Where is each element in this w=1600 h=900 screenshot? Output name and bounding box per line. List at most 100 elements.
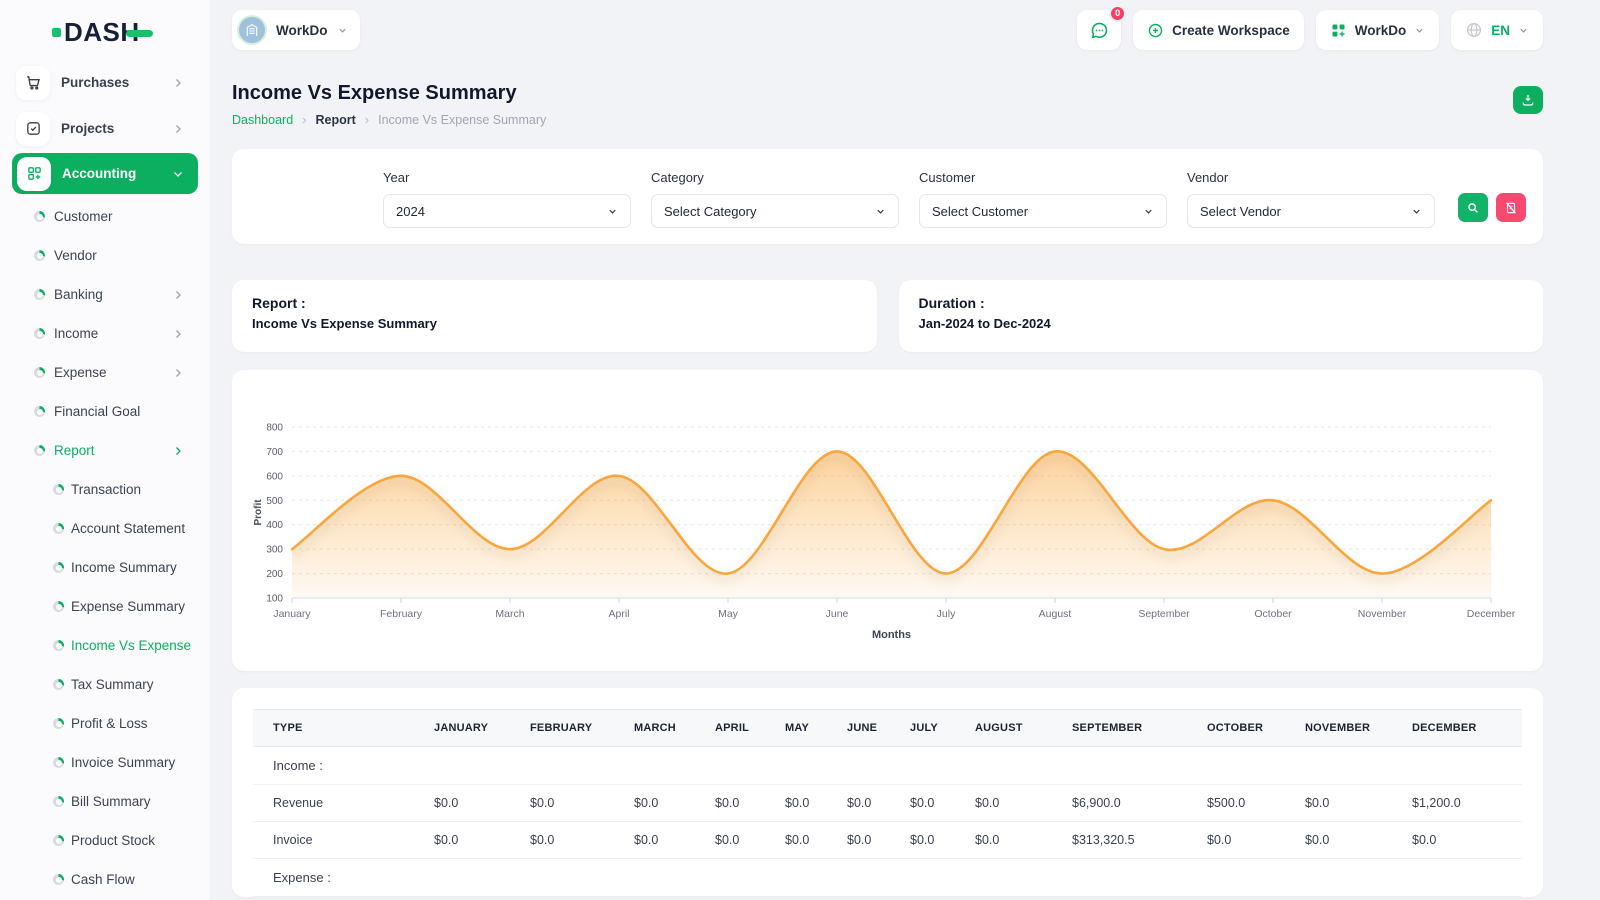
sidebar-item-label: Customer: [54, 209, 113, 224]
chevron-down-icon: [1414, 25, 1425, 36]
language-selector[interactable]: EN: [1451, 10, 1543, 50]
app-logo[interactable]: DASH: [52, 17, 153, 48]
bullet-icon: [53, 796, 64, 807]
sidebar-item-report[interactable]: Report: [0, 431, 210, 470]
amount-cell: $0.0: [510, 822, 614, 859]
create-workspace-button[interactable]: Create Workspace: [1133, 10, 1304, 50]
amount-cell: $0.0: [614, 822, 695, 859]
notification-badge: 0: [1109, 5, 1126, 22]
amount-cell: $1,200.0: [1392, 785, 1522, 822]
svg-text:January: January: [273, 608, 311, 620]
select-customer[interactable]: Select Customer: [919, 194, 1167, 228]
sidebar-item-label: Expense Summary: [71, 599, 185, 614]
svg-text:500: 500: [266, 496, 283, 507]
svg-text:February: February: [380, 608, 423, 620]
amount-cell: $0.0: [890, 822, 955, 859]
duration-info-title: Duration :: [919, 295, 1524, 311]
sidebar-item-customer[interactable]: Customer: [0, 197, 210, 236]
workspace-switcher[interactable]: WorkDo: [232, 10, 360, 50]
sidebar-item-label: Account Statement: [71, 521, 185, 536]
report-info-card: Report : Income Vs Expense Summary: [232, 280, 877, 352]
sidebar-item-label: Banking: [54, 287, 103, 302]
sidebar-item-cash-flow[interactable]: Cash Flow: [0, 860, 210, 899]
sidebar-item-label: Invoice Summary: [71, 755, 175, 770]
column-header: FEBRUARY: [510, 710, 614, 747]
amount-cell: $0.0: [414, 822, 510, 859]
filter-fields: Year2024CategorySelect CategoryCustomerS…: [383, 170, 1455, 228]
sidebar-item-income-vs-expense[interactable]: Income Vs Expense: [0, 626, 210, 665]
bullet-icon: [53, 562, 64, 573]
breadcrumb-item[interactable]: Report: [316, 113, 356, 127]
messages-button[interactable]: 0: [1077, 10, 1121, 50]
chevron-down-icon: [1143, 206, 1154, 217]
table-row: Invoice$0.0$0.0$0.0$0.0$0.0$0.0$0.0$0.0$…: [253, 822, 1522, 859]
sidebar: DASH PurchasesProjectsAccounting Customer…: [0, 0, 210, 900]
svg-text:December: December: [1467, 608, 1516, 620]
sidebar-item-projects[interactable]: Projects: [12, 106, 198, 151]
amount-cell: $0.0: [695, 822, 765, 859]
select-year[interactable]: 2024: [383, 194, 631, 228]
svg-text:November: November: [1358, 608, 1407, 620]
sidebar-item-label: Bill Summary: [71, 794, 151, 809]
sidebar-item-label: Income: [54, 326, 98, 341]
profit-area-chart[interactable]: 100200300400500600700800JanuaryFebruaryM…: [248, 390, 1527, 651]
bullet-icon: [53, 835, 64, 846]
sidebar-item-product-stock[interactable]: Product Stock: [0, 821, 210, 860]
download-icon: [1521, 93, 1535, 107]
sidebar-item-bill-summary[interactable]: Bill Summary: [0, 782, 210, 821]
sidebar-item-vendor[interactable]: Vendor: [0, 236, 210, 275]
bullet-icon: [53, 757, 64, 768]
breadcrumb-item[interactable]: Dashboard: [232, 113, 293, 127]
logo-dot-icon: [52, 28, 61, 37]
svg-text:700: 700: [266, 447, 283, 458]
page-title: Income Vs Expense Summary: [232, 82, 1543, 105]
column-header: JUNE: [827, 710, 890, 747]
bullet-icon: [53, 640, 64, 651]
filter-label-vendor: Vendor: [1187, 170, 1435, 185]
column-header: AUGUST: [955, 710, 1052, 747]
bullet-icon: [34, 367, 45, 378]
chevron-right-icon: [172, 123, 184, 135]
sidebar-item-label: Expense: [54, 365, 107, 380]
sidebar-item-accounting[interactable]: Accounting: [12, 153, 198, 194]
sidebar-item-transaction[interactable]: Transaction: [0, 470, 210, 509]
sidebar-item-profit-loss[interactable]: Profit & Loss: [0, 704, 210, 743]
building-icon: [244, 22, 260, 38]
reset-filter-button[interactable]: [1496, 193, 1526, 222]
column-header: OCTOBER: [1187, 710, 1285, 747]
sidebar-item-financial-goal[interactable]: Financial Goal: [0, 392, 210, 431]
main-content: Income Vs Expense Summary Dashboard › Repo…: [210, 58, 1600, 897]
sidebar-item-account-statement[interactable]: Account Statement: [0, 509, 210, 548]
download-button[interactable]: [1513, 86, 1543, 114]
apply-filter-button[interactable]: [1458, 193, 1488, 222]
column-header: MARCH: [614, 710, 695, 747]
sidebar-item-invoice-summary[interactable]: Invoice Summary: [0, 743, 210, 782]
breadcrumb-separator: ›: [302, 112, 306, 127]
bullet-icon: [34, 211, 45, 222]
svg-text:Profit: Profit: [253, 499, 264, 526]
amount-cell: $0.0: [827, 785, 890, 822]
select-vendor[interactable]: Select Vendor: [1187, 194, 1435, 228]
column-header: JANUARY: [414, 710, 510, 747]
amount-cell: $0.0: [1285, 822, 1392, 859]
sidebar-item-income[interactable]: Income: [0, 314, 210, 353]
column-header: APRIL: [695, 710, 765, 747]
workdo-menu-button[interactable]: WorkDo: [1316, 10, 1440, 50]
grid-plus-icon: [1330, 22, 1347, 39]
svg-text:200: 200: [266, 569, 283, 580]
sidebar-item-expense[interactable]: Expense: [0, 353, 210, 392]
svg-text:April: April: [608, 608, 629, 620]
chevron-right-icon: [172, 77, 184, 89]
bullet-icon: [34, 328, 45, 339]
svg-text:400: 400: [266, 520, 283, 531]
bullet-icon: [34, 289, 45, 300]
sidebar-item-income-summary[interactable]: Income Summary: [0, 548, 210, 587]
sidebar-item-purchases[interactable]: Purchases: [12, 60, 198, 105]
sidebar-item-expense-summary[interactable]: Expense Summary: [0, 587, 210, 626]
filter-label-category: Category: [651, 170, 899, 185]
sidebar-item-tax-summary[interactable]: Tax Summary: [0, 665, 210, 704]
sidebar-item-banking[interactable]: Banking: [0, 275, 210, 314]
workspace-name: WorkDo: [276, 23, 328, 38]
chevron-down-icon: [607, 206, 618, 217]
select-category[interactable]: Select Category: [651, 194, 899, 228]
